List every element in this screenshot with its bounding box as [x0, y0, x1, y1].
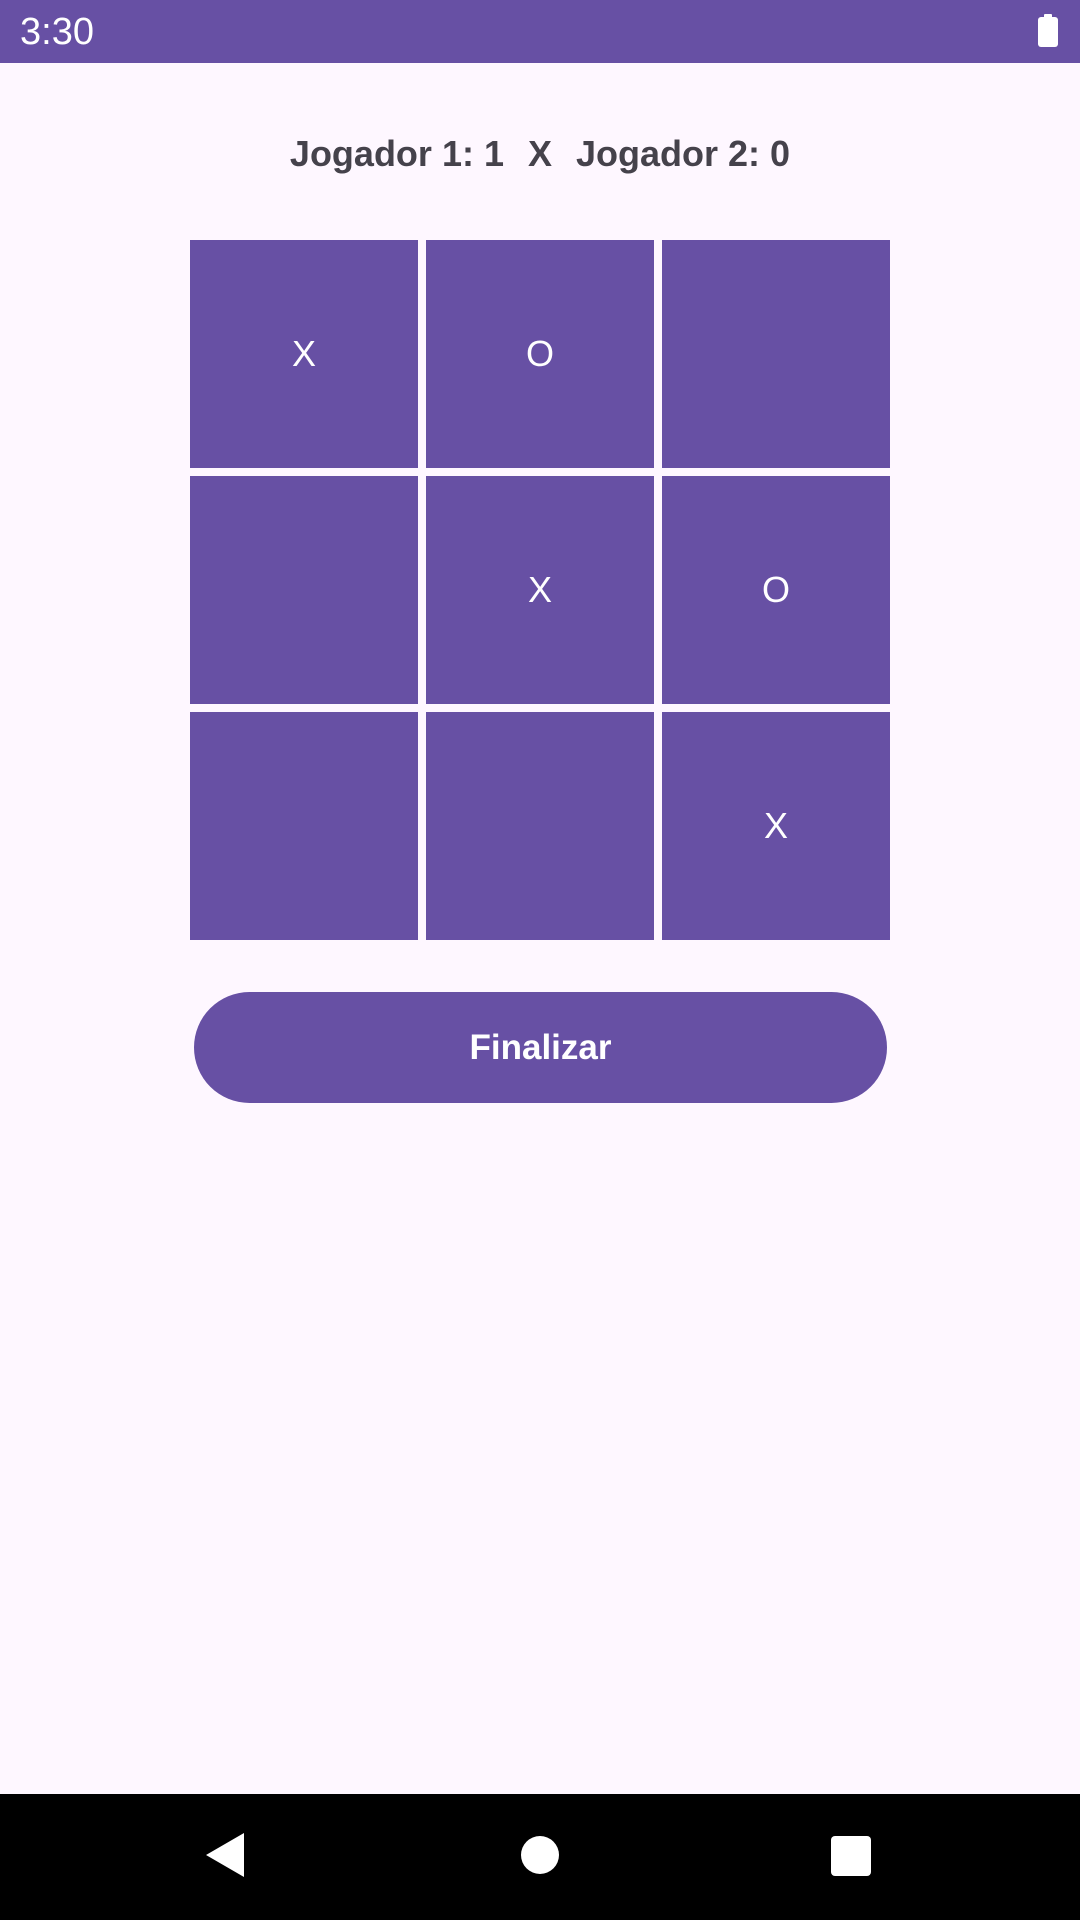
finish-button[interactable]: Finalizar: [194, 992, 887, 1103]
board-cell-3-1[interactable]: [190, 712, 418, 940]
board-cell-3-2[interactable]: [426, 712, 654, 940]
board-cell-1-1[interactable]: X: [190, 240, 418, 468]
navigation-bar: [0, 1794, 1080, 1920]
board-cell-2-2[interactable]: X: [426, 476, 654, 704]
player2-score: Jogador 2: 0: [576, 133, 791, 174]
home-circle-icon[interactable]: [521, 1836, 559, 1874]
status-bar: 3:30: [0, 0, 1080, 63]
finish-button-label: Finalizar: [469, 1027, 612, 1067]
score-display: Jogador 1: 1 X Jogador 2: 0: [0, 128, 1080, 180]
battery-full-icon: [1038, 14, 1058, 47]
recents-square-icon[interactable]: [831, 1836, 871, 1876]
battery-body: [1038, 17, 1058, 47]
back-triangle-icon[interactable]: [206, 1833, 244, 1877]
board-cell-1-2[interactable]: O: [426, 240, 654, 468]
player1-score: Jogador 1: 1: [289, 133, 504, 174]
score-separator: X: [527, 133, 552, 174]
board-cell-3-3[interactable]: X: [662, 712, 890, 940]
board-cell-2-3[interactable]: O: [662, 476, 890, 704]
game-board: X O X O X: [190, 240, 890, 940]
board-cell-1-3[interactable]: [662, 240, 890, 468]
board-cell-2-1[interactable]: [190, 476, 418, 704]
status-time: 3:30: [20, 11, 94, 53]
